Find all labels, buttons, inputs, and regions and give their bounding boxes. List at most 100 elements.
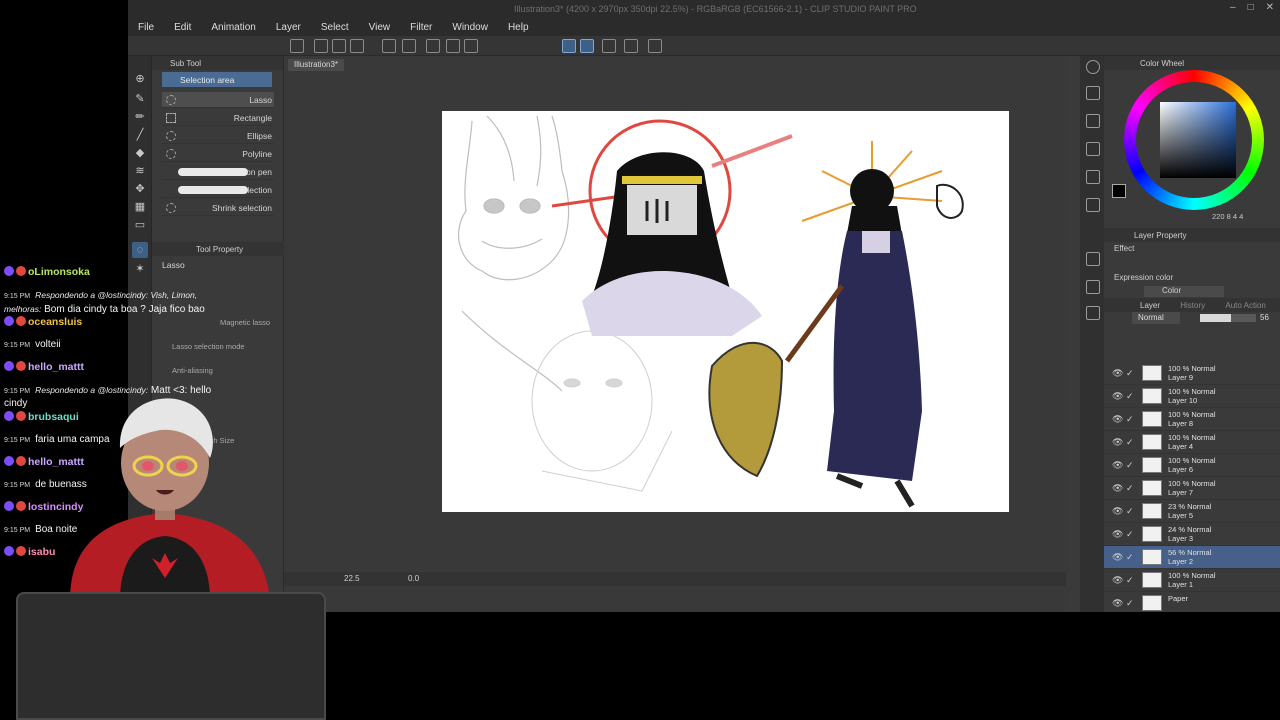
check-icon[interactable]: ✓ [1126, 575, 1134, 586]
color-wheel[interactable] [1124, 70, 1264, 210]
check-icon[interactable]: ✓ [1126, 460, 1134, 471]
layer-row[interactable]: 👁 ✓ 100 % Normal Layer 6 [1104, 454, 1280, 477]
check-icon[interactable]: ✓ [1126, 414, 1134, 425]
subtool-rectangle[interactable]: Rectangle [162, 110, 274, 126]
undo-icon[interactable] [382, 39, 396, 53]
fill-icon[interactable] [446, 39, 460, 53]
check-icon[interactable]: ✓ [1126, 437, 1134, 448]
tab-history[interactable]: History [1180, 301, 1205, 310]
eye-icon[interactable]: 👁 [1112, 460, 1123, 471]
close-button[interactable]: ✕ [1266, 2, 1274, 13]
layer-search-icon[interactable] [1086, 252, 1100, 266]
layer-row[interactable]: 👁 ✓ 56 % Normal Layer 2 [1104, 546, 1280, 569]
layer-row[interactable]: 👁 ✓ 23 % Normal Layer 5 [1104, 500, 1280, 523]
quick-access-icon[interactable] [1086, 306, 1100, 320]
menu-edit[interactable]: Edit [174, 22, 191, 33]
transform-icon[interactable] [464, 39, 478, 53]
selection-tool-icon[interactable]: ◌ [132, 242, 148, 258]
figure-tool-icon[interactable]: ▭ [132, 216, 148, 232]
eraser-tool-icon[interactable]: ◆ [132, 144, 148, 160]
menu-filter[interactable]: Filter [410, 22, 432, 33]
subtool-polyline[interactable]: Polyline [162, 146, 274, 162]
check-icon[interactable]: ✓ [1126, 391, 1134, 402]
eye-icon[interactable]: 👁 [1112, 598, 1123, 609]
chat-username[interactable]: hello_mattt [28, 361, 84, 373]
open-folder-icon[interactable] [332, 39, 346, 53]
clip-studio-icon[interactable] [624, 39, 638, 53]
app-logo-icon[interactable] [290, 39, 304, 53]
animation-cels-icon[interactable] [1086, 280, 1100, 294]
blend-mode-select[interactable]: Normal [1132, 312, 1180, 324]
save-icon[interactable] [350, 39, 364, 53]
maximize-button[interactable]: □ [1248, 2, 1254, 13]
subtool-ellipse[interactable]: Ellipse [162, 128, 274, 144]
eye-icon[interactable]: 👁 [1112, 414, 1123, 425]
chat-username[interactable]: isabu [28, 546, 55, 558]
check-icon[interactable]: ✓ [1126, 598, 1134, 609]
tab-auto-action[interactable]: Auto Action [1225, 301, 1265, 310]
check-icon[interactable]: ✓ [1126, 529, 1134, 540]
tab-layer[interactable]: Layer [1140, 301, 1160, 310]
layer-row[interactable]: 👁 ✓ 100 % Normal Layer 4 [1104, 431, 1280, 454]
item-bank-icon[interactable] [1086, 142, 1100, 156]
menu-layer[interactable]: Layer [276, 22, 301, 33]
redo-icon[interactable] [402, 39, 416, 53]
minimize-button[interactable]: – [1230, 2, 1236, 13]
pen-tool-icon[interactable]: ✎ [132, 90, 148, 106]
check-icon[interactable]: ✓ [1126, 506, 1134, 517]
rotation-angle[interactable]: 0.0 [408, 574, 419, 583]
eye-icon[interactable]: 👁 [1112, 368, 1123, 379]
menu-help[interactable]: Help [508, 22, 529, 33]
menu-animation[interactable]: Animation [211, 22, 255, 33]
chat-username[interactable]: oLimonsoka [28, 266, 90, 278]
eye-icon[interactable]: 👁 [1112, 437, 1123, 448]
selection-area-group-tab[interactable]: Selection area [162, 72, 272, 87]
zoom-level[interactable]: 22.5 [344, 574, 360, 583]
brush-tool-icon[interactable]: ╱ [132, 126, 148, 142]
opacity-slider[interactable] [1200, 314, 1256, 322]
subtool-shrink-selection[interactable]: Shrink selection [162, 200, 274, 216]
canvas-paper[interactable] [442, 111, 1009, 512]
check-icon[interactable]: ✓ [1126, 483, 1134, 494]
snap-ruler-icon[interactable] [562, 39, 576, 53]
subtool-selection-pen[interactable]: Selection pen [162, 164, 274, 180]
eye-icon[interactable]: 👁 [1112, 391, 1123, 402]
help-icon[interactable] [648, 39, 662, 53]
menu-file[interactable]: File [138, 22, 154, 33]
intermediate-color-icon[interactable] [1086, 198, 1100, 212]
layer-row[interactable]: 👁 ✓ Paper [1104, 592, 1280, 612]
layer-row[interactable]: 👁 ✓ 100 % Normal Layer 7 [1104, 477, 1280, 500]
material-icon[interactable] [1086, 114, 1100, 128]
eye-icon[interactable]: 👁 [1112, 483, 1123, 494]
eye-icon[interactable]: 👁 [1112, 529, 1123, 540]
eye-icon[interactable]: 👁 [1112, 506, 1123, 517]
layer-row[interactable]: 👁 ✓ 100 % Normal Layer 9 [1104, 362, 1280, 385]
menu-select[interactable]: Select [321, 22, 349, 33]
subtool-lasso[interactable]: Lasso [162, 92, 274, 108]
menu-view[interactable]: View [369, 22, 391, 33]
blend-tool-icon[interactable]: ≋ [132, 162, 148, 178]
subtool-erase-selection[interactable]: Erase selection [162, 182, 274, 198]
navigator-icon[interactable] [1086, 60, 1100, 74]
check-icon[interactable]: ✓ [1126, 368, 1134, 379]
fill-tool-icon[interactable]: ▦ [132, 198, 148, 214]
move-tool-icon[interactable]: ✥ [132, 180, 148, 196]
color-set-icon[interactable] [1086, 170, 1100, 184]
main-color-swatch[interactable] [1112, 184, 1126, 198]
layer-row[interactable]: 👁 ✓ 100 % Normal Layer 1 [1104, 569, 1280, 592]
chat-username[interactable]: oceansluis [28, 316, 82, 328]
saturation-value-square[interactable] [1160, 102, 1236, 178]
canvas-area[interactable]: Illustration3* 22.5 0.0 [284, 56, 1066, 612]
loading-icon[interactable] [426, 39, 440, 53]
menu-window[interactable]: Window [452, 22, 488, 33]
snap-grid-icon[interactable] [602, 39, 616, 53]
new-file-icon[interactable] [314, 39, 328, 53]
expression-color-select[interactable]: Color [1144, 286, 1224, 297]
document-tab[interactable]: Illustration3* [288, 59, 345, 71]
eye-icon[interactable]: 👁 [1112, 575, 1123, 586]
layer-row[interactable]: 👁 ✓ 100 % Normal Layer 10 [1104, 385, 1280, 408]
zoom-tool-icon[interactable]: ⊕ [132, 70, 148, 86]
opacity-value[interactable]: 56 [1260, 313, 1269, 322]
snap-special-ruler-icon[interactable] [580, 39, 594, 53]
check-icon[interactable]: ✓ [1126, 552, 1134, 563]
